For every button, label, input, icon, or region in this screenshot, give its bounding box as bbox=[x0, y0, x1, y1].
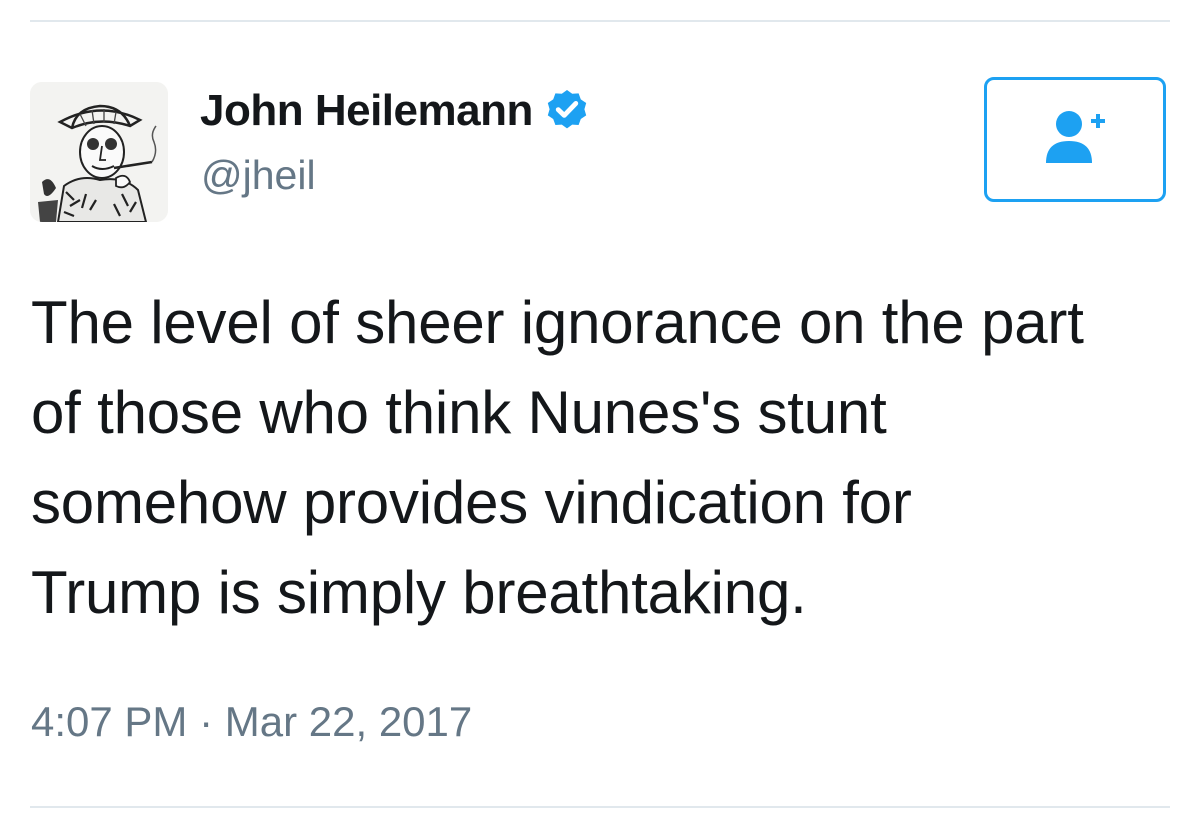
user-handle[interactable]: @jheil bbox=[201, 152, 316, 199]
tweet-timestamp[interactable]: 4:07 PM · Mar 22, 2017 bbox=[31, 698, 472, 746]
avatar[interactable] bbox=[30, 82, 168, 222]
tweet-text-line: The level of sheer ignorance on the part bbox=[31, 289, 1084, 356]
tweet-text-line: of those who think Nunes's stunt bbox=[31, 379, 887, 446]
timestamp-separator: · bbox=[199, 698, 214, 745]
tweet-text: The level of sheer ignorance on the part… bbox=[31, 278, 1171, 638]
verified-badge-icon bbox=[543, 87, 591, 135]
top-divider bbox=[30, 20, 1170, 22]
tweet-text-line: Trump is simply breathtaking. bbox=[31, 559, 807, 626]
bottom-divider bbox=[30, 806, 1170, 808]
tweet-time: 4:07 PM bbox=[31, 698, 188, 745]
display-name[interactable]: John Heilemann bbox=[200, 86, 591, 136]
display-name-text[interactable]: John Heilemann bbox=[200, 86, 533, 136]
tweet-text-line: somehow provides vindication for bbox=[31, 469, 912, 536]
follow-button[interactable] bbox=[984, 77, 1166, 202]
add-user-icon bbox=[1040, 107, 1110, 172]
tweet-date: Mar 22, 2017 bbox=[224, 698, 473, 745]
